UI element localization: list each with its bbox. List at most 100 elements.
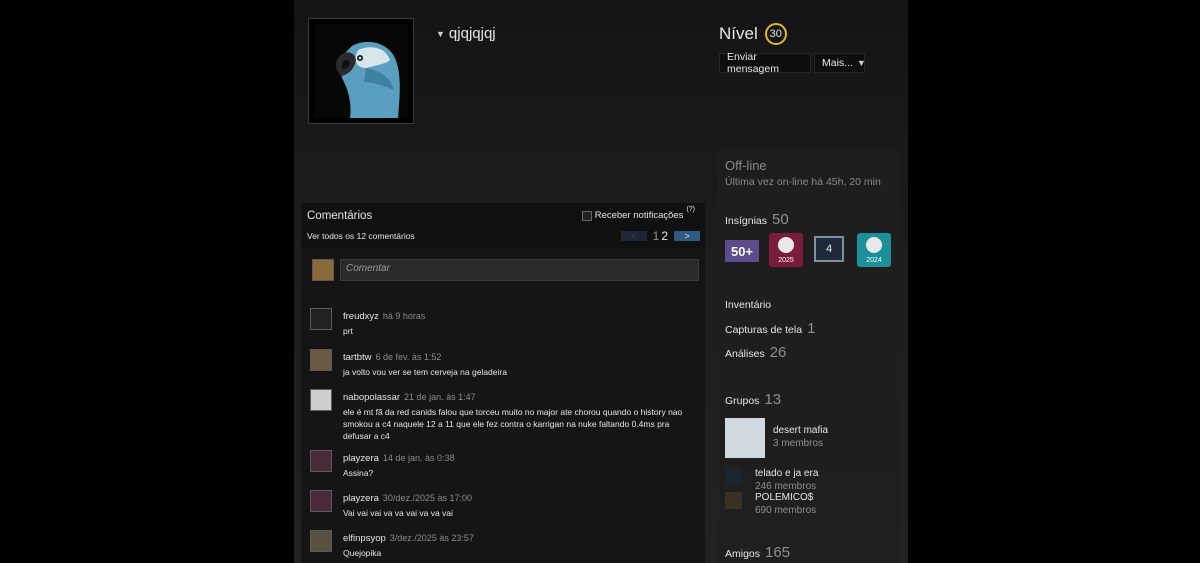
comment-item: freudxyz há 9 horas prt: [310, 308, 688, 337]
online-status: Off-line: [725, 158, 767, 173]
badges-count: 50: [772, 211, 789, 228]
comment-avatar[interactable]: [310, 490, 332, 512]
persona-name-dropdown[interactable]: ▼ qjqjqjqj: [436, 25, 496, 42]
badge-text: 4: [825, 243, 833, 255]
caret-down-icon: ▼: [436, 28, 445, 39]
comment-item: elfinpsyop 3/dez./2025 às 23:57 Quejopika: [310, 530, 688, 559]
comment-author[interactable]: playzera: [343, 453, 379, 464]
group-members: 246 membros: [755, 481, 817, 492]
comment-text: Assina?: [343, 468, 374, 478]
comment-avatar[interactable]: [310, 389, 332, 411]
groups-link[interactable]: Grupos 13: [725, 391, 781, 408]
page-2-current: 2: [661, 229, 668, 243]
persona-name: qjqjqjqj: [448, 25, 496, 42]
comments-pager: < 1 2 >: [620, 229, 700, 243]
parrot-avatar-image: [314, 24, 408, 118]
inventory-link[interactable]: Inventário: [725, 299, 771, 311]
group-avatar: [725, 468, 742, 485]
prev-page-button[interactable]: <: [620, 231, 647, 241]
badge-year: 2024: [866, 257, 882, 264]
reviews-label: Análises: [725, 348, 765, 360]
send-message-label: Enviar mensagem: [727, 51, 779, 75]
screenshots-count: 1: [807, 320, 816, 337]
group-avatar: [725, 492, 742, 509]
comment-avatar[interactable]: [310, 308, 332, 330]
more-label: Mais...: [822, 57, 853, 69]
level-label: Nível: [719, 24, 758, 43]
profile-sidebar: Off-line Última vez on-line há 45h, 20 m…: [718, 150, 900, 563]
steam-2025-badge-icon[interactable]: 2025: [769, 233, 803, 267]
view-all-comments-link[interactable]: Ver todos os 12 comentários: [307, 231, 415, 241]
group-name[interactable]: POLEMICO$: [755, 492, 816, 503]
comment-author[interactable]: playzera: [343, 493, 379, 504]
comment-time: 30/dez./2025 às 17:00: [382, 493, 472, 503]
comment-text: ja volto vou ver se tem cerveja na gelad…: [343, 367, 507, 377]
badge-text: 50+: [730, 243, 754, 259]
comments-panel: Comentários Ver todos os 12 comentários …: [301, 203, 705, 563]
comment-avatar[interactable]: [310, 349, 332, 371]
notifications-checkbox[interactable]: [581, 210, 592, 221]
comment-time: 21 de jan. às 1:47: [404, 392, 476, 402]
caret-down-icon: ▼: [856, 58, 866, 68]
notifications-label: Receber notificações: [594, 210, 684, 221]
steam-2024-badge-icon[interactable]: 2024: [857, 233, 891, 267]
comment-input[interactable]: Comentar: [340, 259, 699, 281]
years-of-service-badge-icon[interactable]: 50+: [725, 240, 759, 262]
inventory-label: Inventário: [725, 299, 772, 311]
group-members: 690 membros: [755, 505, 817, 516]
new-comment-row: Comentar: [311, 259, 701, 283]
screenshots-label: Capturas de tela: [725, 324, 803, 336]
comment-avatar[interactable]: [310, 450, 332, 472]
profile-page: ▼ qjqjqjqj Nível 30 Enviar mensagem Mais…: [294, 0, 908, 563]
groups-label: Grupos: [725, 395, 760, 407]
group-item[interactable]: POLEMICO$ 690 membros: [725, 492, 816, 516]
comments-title: Comentários: [307, 210, 373, 222]
comment-placeholder: Comentar: [346, 263, 390, 274]
group-name[interactable]: desert mafia: [773, 425, 828, 436]
group-item[interactable]: desert mafia 3 membros: [725, 418, 828, 458]
level-badge[interactable]: 30: [764, 23, 787, 45]
friends-count: 165: [765, 544, 791, 561]
group-avatar: [725, 418, 765, 458]
groups-count: 13: [764, 391, 782, 408]
comment-text: prt: [343, 326, 353, 336]
my-avatar: [312, 259, 334, 281]
comment-author[interactable]: nabopolassar: [343, 392, 400, 403]
reviews-count: 26: [769, 344, 787, 361]
more-button[interactable]: Mais... ▼: [814, 53, 866, 73]
level-4-badge-icon[interactable]: 4: [814, 236, 844, 262]
group-item[interactable]: telado e ja era 246 membros: [725, 468, 818, 492]
profile-level: Nível 30: [719, 23, 787, 45]
comments-header: Comentários Ver todos os 12 comentários …: [301, 203, 705, 248]
comment-item: playzera 30/dez./2025 às 17:00 Vai vai va…: [310, 490, 688, 519]
last-online: Última vez on-line há 45h, 20 min: [725, 176, 881, 188]
help-icon[interactable]: (?): [686, 206, 695, 213]
comment-item: nabopolassar 21 de jan. às 1:47 ele é mt …: [310, 389, 688, 442]
badge-year: 2025: [778, 257, 794, 264]
comment-text: Vai vai vai va va vai va va vai: [343, 508, 453, 518]
group-name[interactable]: telado e ja era: [755, 468, 818, 479]
notifications-toggle[interactable]: Receber notificações (?): [581, 206, 695, 221]
page-1-link[interactable]: 1: [653, 229, 660, 243]
reviews-link[interactable]: Análises 26: [725, 344, 786, 361]
comment-avatar[interactable]: [310, 530, 332, 552]
comment-time: 14 de jan. às 0:38: [382, 453, 455, 463]
send-message-button[interactable]: Enviar mensagem: [719, 51, 811, 75]
friends-link[interactable]: Amigos 165: [725, 544, 790, 561]
badges-label: Insígnias: [725, 215, 768, 227]
comment-time: 3/dez./2025 às 23:57: [389, 533, 474, 543]
comment-time: 6 de fev. às 1:52: [375, 352, 442, 362]
profile-avatar: [308, 18, 414, 124]
comment-author[interactable]: tartbtw: [343, 352, 372, 363]
screenshots-link[interactable]: Capturas de tela 1: [725, 320, 815, 337]
next-page-button[interactable]: >: [674, 231, 700, 241]
comment-text: ele é mt fã da red canids falou que torc…: [343, 407, 683, 441]
comment-time: há 9 horas: [382, 311, 426, 321]
badges-link[interactable]: Insígnias 50: [725, 211, 789, 228]
comment-text: Quejopika: [343, 548, 382, 558]
comment-item: playzera 14 de jan. às 0:38 Assina?: [310, 450, 688, 479]
comment-item: tartbtw 6 de fev. às 1:52 ja volto vou ve…: [310, 349, 688, 378]
comment-author[interactable]: freudxyz: [343, 311, 379, 322]
group-members: 3 membros: [773, 438, 824, 449]
comment-author[interactable]: elfinpsyop: [343, 533, 386, 544]
